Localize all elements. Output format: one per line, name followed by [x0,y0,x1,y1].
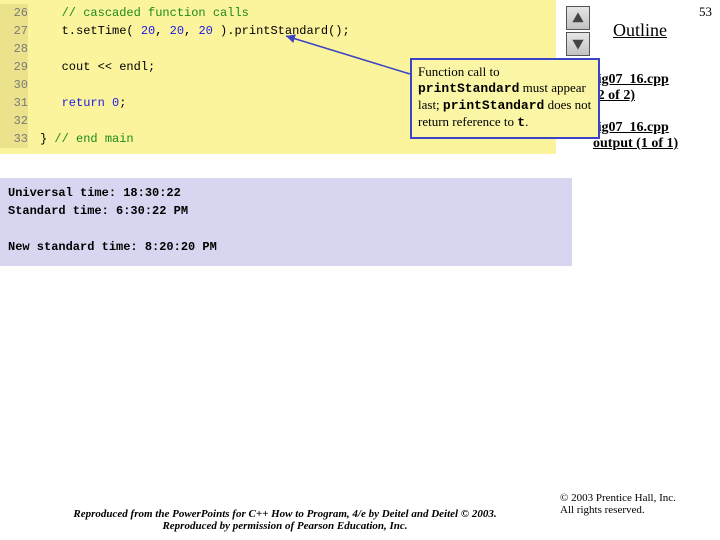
triangle-down-icon [571,37,585,51]
file-link-1[interactable]: fig07_16.cpp (2 of 2) [593,72,669,104]
callout-box: Function call to printStandard must appe… [410,58,600,139]
code-line: 27 t.setTime( 20, 20, 20 ).printStandard… [0,22,556,40]
code-line: 28 [0,40,556,58]
reproduction-notice: Reproduced from the PowerPoints for C++ … [50,508,520,532]
file-link-2[interactable]: fig07_16.cpp output (1 of 1) [593,120,678,152]
code-line: 26 // cascaded function calls [0,4,556,22]
nav-down-button[interactable] [566,32,590,56]
slide-number: 53 [699,4,712,20]
output-line: New standard time: 8:20:20 PM [8,240,217,254]
nav-up-button[interactable] [566,6,590,30]
triangle-up-icon [571,11,585,25]
outline-link[interactable]: Outline [613,20,667,41]
copyright: © 2003 Prentice Hall, Inc. All rights re… [560,492,710,516]
output-pane: Universal time: 18:30:22 Standard time: … [0,178,572,266]
output-line: Universal time: 18:30:22 [8,186,181,200]
output-line: Standard time: 6:30:22 PM [8,204,188,218]
